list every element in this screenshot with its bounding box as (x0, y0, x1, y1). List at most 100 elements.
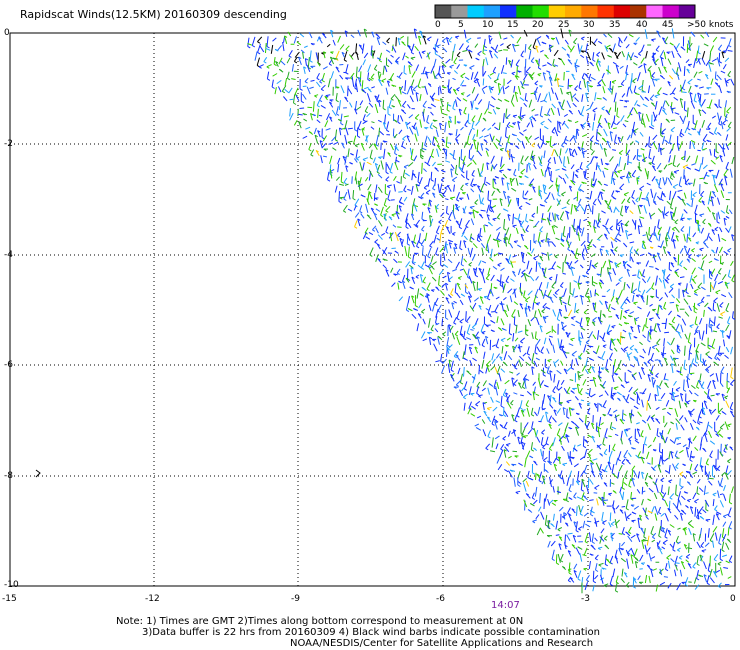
wind-barb (685, 59, 690, 64)
wind-barb (695, 155, 699, 164)
wind-barb (338, 191, 340, 202)
wind-barb (343, 191, 348, 200)
wind-barb (397, 282, 400, 290)
wind-barb (347, 85, 349, 97)
wind-barb (646, 276, 651, 283)
wind-barb (517, 481, 522, 485)
wind-barb-tick (575, 64, 579, 68)
wind-barb (708, 63, 712, 72)
wind-barb (615, 237, 621, 242)
wind-barb (616, 121, 621, 126)
wind-barb (584, 369, 589, 375)
wind-barb (567, 156, 570, 165)
wind-barb (583, 449, 588, 459)
wind-barb (655, 45, 660, 51)
wind-barb (548, 415, 553, 422)
wind-barb (673, 206, 677, 217)
wind-barb (528, 135, 532, 140)
wind-barb (527, 356, 532, 361)
wind-barb (466, 337, 472, 341)
wind-barb-tick (548, 277, 552, 281)
wind-barb-tick (715, 433, 719, 436)
wind-barb (574, 295, 579, 298)
wind-barb (604, 390, 609, 396)
wind-barb (462, 268, 468, 276)
wind-barb (258, 64, 264, 68)
wind-barb (711, 338, 716, 348)
wind-barb (496, 213, 501, 218)
wind-barb-tick (430, 329, 434, 332)
wind-barb-tick (294, 60, 298, 64)
wind-barb (412, 85, 418, 91)
wind-barb (375, 227, 379, 234)
wind-barb (529, 275, 535, 282)
wind-barb (674, 408, 679, 417)
wind-barb-tick (727, 74, 731, 78)
wind-barb (577, 109, 582, 116)
wind-barb (589, 479, 594, 485)
wind-barb (710, 394, 715, 397)
wind-barb (487, 430, 491, 437)
wind-barb (658, 66, 662, 74)
wind-barb (365, 203, 369, 213)
wind-barb-tick (399, 201, 403, 204)
wind-barb (655, 372, 659, 377)
wind-barb (442, 275, 447, 279)
wind-barb (504, 85, 510, 90)
wind-barb (697, 45, 700, 53)
wind-barb-tick (472, 327, 476, 330)
wind-barb (468, 261, 473, 266)
wind-barb (438, 65, 441, 74)
wind-barb (397, 231, 401, 236)
wind-barb-tick (507, 141, 511, 144)
wind-barb (625, 394, 630, 402)
wind-barb (721, 472, 726, 476)
wind-barb (513, 316, 516, 325)
wind-barb (464, 119, 469, 126)
wind-barb-tick (561, 145, 565, 148)
wind-barb-tick (520, 162, 524, 165)
wind-barb (466, 93, 471, 98)
wind-barb (489, 104, 495, 108)
wind-barb (597, 330, 600, 340)
wind-barb-tick (668, 480, 672, 484)
wind-barb (574, 259, 579, 264)
wind-barb (495, 296, 500, 300)
wind-barb-tick (426, 288, 430, 292)
wind-barb (655, 406, 660, 411)
wind-barb (665, 100, 670, 107)
wind-barb (689, 141, 691, 150)
wind-barb (445, 160, 451, 163)
wind-barb (691, 197, 694, 208)
wind-barb-tick (455, 172, 459, 176)
wind-barb-tick (589, 459, 593, 462)
wind-barb (567, 309, 573, 317)
wind-barb (621, 478, 624, 488)
wind-barb (656, 338, 661, 344)
wind-barb-tick (426, 121, 430, 125)
wind-barb (728, 226, 732, 233)
wind-barb (452, 268, 457, 272)
wind-barb (657, 219, 660, 228)
wind-barb (528, 198, 533, 201)
wind-barb-tick (649, 125, 653, 129)
wind-barb-tick (692, 122, 696, 126)
wind-barb-tick (651, 124, 655, 128)
wind-barb-tick (540, 240, 544, 243)
wind-barb-tick (695, 242, 699, 245)
wind-barb-tick (461, 170, 465, 174)
wind-barb (582, 436, 585, 447)
wind-barb (546, 281, 549, 289)
wind-barb-tick (618, 367, 622, 370)
wind-barb (440, 290, 445, 296)
wind-barb (692, 363, 698, 367)
wind-barb (438, 55, 444, 60)
wind-barb-tick (707, 126, 711, 130)
wind-barb (335, 50, 340, 60)
wind-barb (568, 343, 574, 347)
wind-barb (375, 184, 378, 193)
wind-barb (577, 443, 582, 447)
wind-barb-tick (316, 77, 320, 81)
wind-barb (623, 346, 629, 350)
wind-barb-tick (650, 359, 654, 362)
